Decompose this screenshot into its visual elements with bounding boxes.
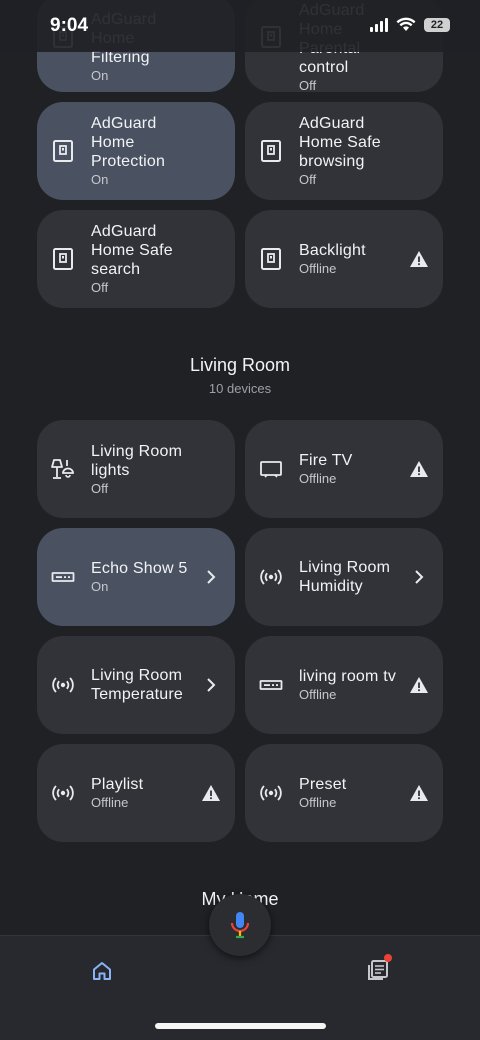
sensor-icon	[51, 673, 75, 697]
display-device-icon	[259, 673, 283, 697]
tile-status: Off	[299, 172, 317, 187]
section-subtitle: 10 devices	[208, 381, 272, 396]
tile-name: AdGuard Home Safe search	[91, 223, 173, 278]
tile-name: Living Room Temperature	[91, 667, 184, 703]
sensor-icon	[259, 781, 283, 805]
tile-status: Offline	[91, 795, 129, 810]
adguard-switch-icon	[259, 247, 283, 271]
battery-indicator: 22	[424, 17, 450, 32]
warning-icon	[409, 249, 429, 269]
adguard-switch-icon	[51, 139, 75, 163]
warning-icon	[409, 675, 429, 695]
status-bar: 9:04 22	[0, 0, 480, 52]
tile-name: Preset	[299, 776, 347, 793]
adguard-switch-icon	[51, 247, 75, 271]
device-tile[interactable]: AdGuard Home Protection On	[37, 102, 235, 200]
signal-icon	[370, 17, 388, 32]
tile-name: Echo Show 5	[91, 560, 188, 577]
mic-icon	[230, 912, 250, 939]
device-tile[interactable]: Preset Offline	[245, 744, 443, 842]
tile-status: Off	[91, 480, 109, 496]
warning-icon	[409, 459, 429, 479]
device-tile[interactable]: Fire TV Offline	[245, 420, 443, 518]
tv-icon	[259, 457, 283, 481]
status-time: 9:04	[50, 15, 89, 36]
chevron-right-icon[interactable]	[201, 675, 221, 695]
device-tile[interactable]: Living Room lights Off	[37, 420, 235, 518]
tile-status: Off	[299, 77, 317, 93]
sensor-icon	[259, 565, 283, 589]
tile-name: Playlist	[91, 776, 144, 793]
lamp-icon	[51, 457, 75, 481]
adguard-switch-icon	[259, 139, 283, 163]
chevron-right-icon[interactable]	[409, 567, 429, 587]
tile-name: Backlight	[299, 242, 366, 259]
sensor-icon	[51, 781, 75, 805]
chevron-right-icon[interactable]	[201, 567, 221, 587]
tile-name: living room tv	[299, 668, 397, 685]
device-tile[interactable]: living room tv Offline	[245, 636, 443, 734]
tile-status: Offline	[299, 795, 337, 810]
assistant-mic-button[interactable]	[209, 894, 271, 956]
warning-icon	[409, 783, 429, 803]
tile-name: Fire TV	[299, 452, 353, 469]
home-indicator	[155, 1023, 326, 1029]
device-tile[interactable]: Playlist Offline	[37, 744, 235, 842]
status-icons: 22	[370, 17, 450, 32]
device-tile[interactable]: AdGuard Home Safe browsing Off	[245, 102, 443, 200]
home-icon[interactable]	[90, 959, 114, 983]
tile-status: On	[91, 172, 109, 187]
device-tile[interactable]: Echo Show 5 On	[37, 528, 235, 626]
device-tile[interactable]: AdGuard Home Safe search Off	[37, 210, 235, 308]
tile-status: Offline	[299, 261, 337, 276]
tile-status: Offline	[299, 687, 337, 702]
display-device-icon	[51, 565, 75, 589]
notification-dot	[384, 954, 392, 962]
section-title: Living Room	[189, 355, 291, 375]
tile-status: On	[91, 68, 109, 83]
device-tile[interactable]: Living Room Temperature	[37, 636, 235, 734]
device-tile[interactable]: Backlight Offline	[245, 210, 443, 308]
tile-name: AdGuard Home Safe browsing	[299, 115, 381, 170]
tile-status: Offline	[299, 471, 337, 486]
device-tile[interactable]: Living Room Humidity	[245, 528, 443, 626]
tile-status: On	[91, 579, 109, 594]
warning-icon	[201, 783, 221, 803]
tile-name: AdGuard Home Protection	[91, 115, 166, 170]
tile-status: Off	[91, 280, 109, 295]
tile-name: Living Room Humidity	[299, 559, 391, 595]
wifi-icon	[396, 17, 416, 31]
tile-name: Living Room lights	[91, 442, 183, 479]
